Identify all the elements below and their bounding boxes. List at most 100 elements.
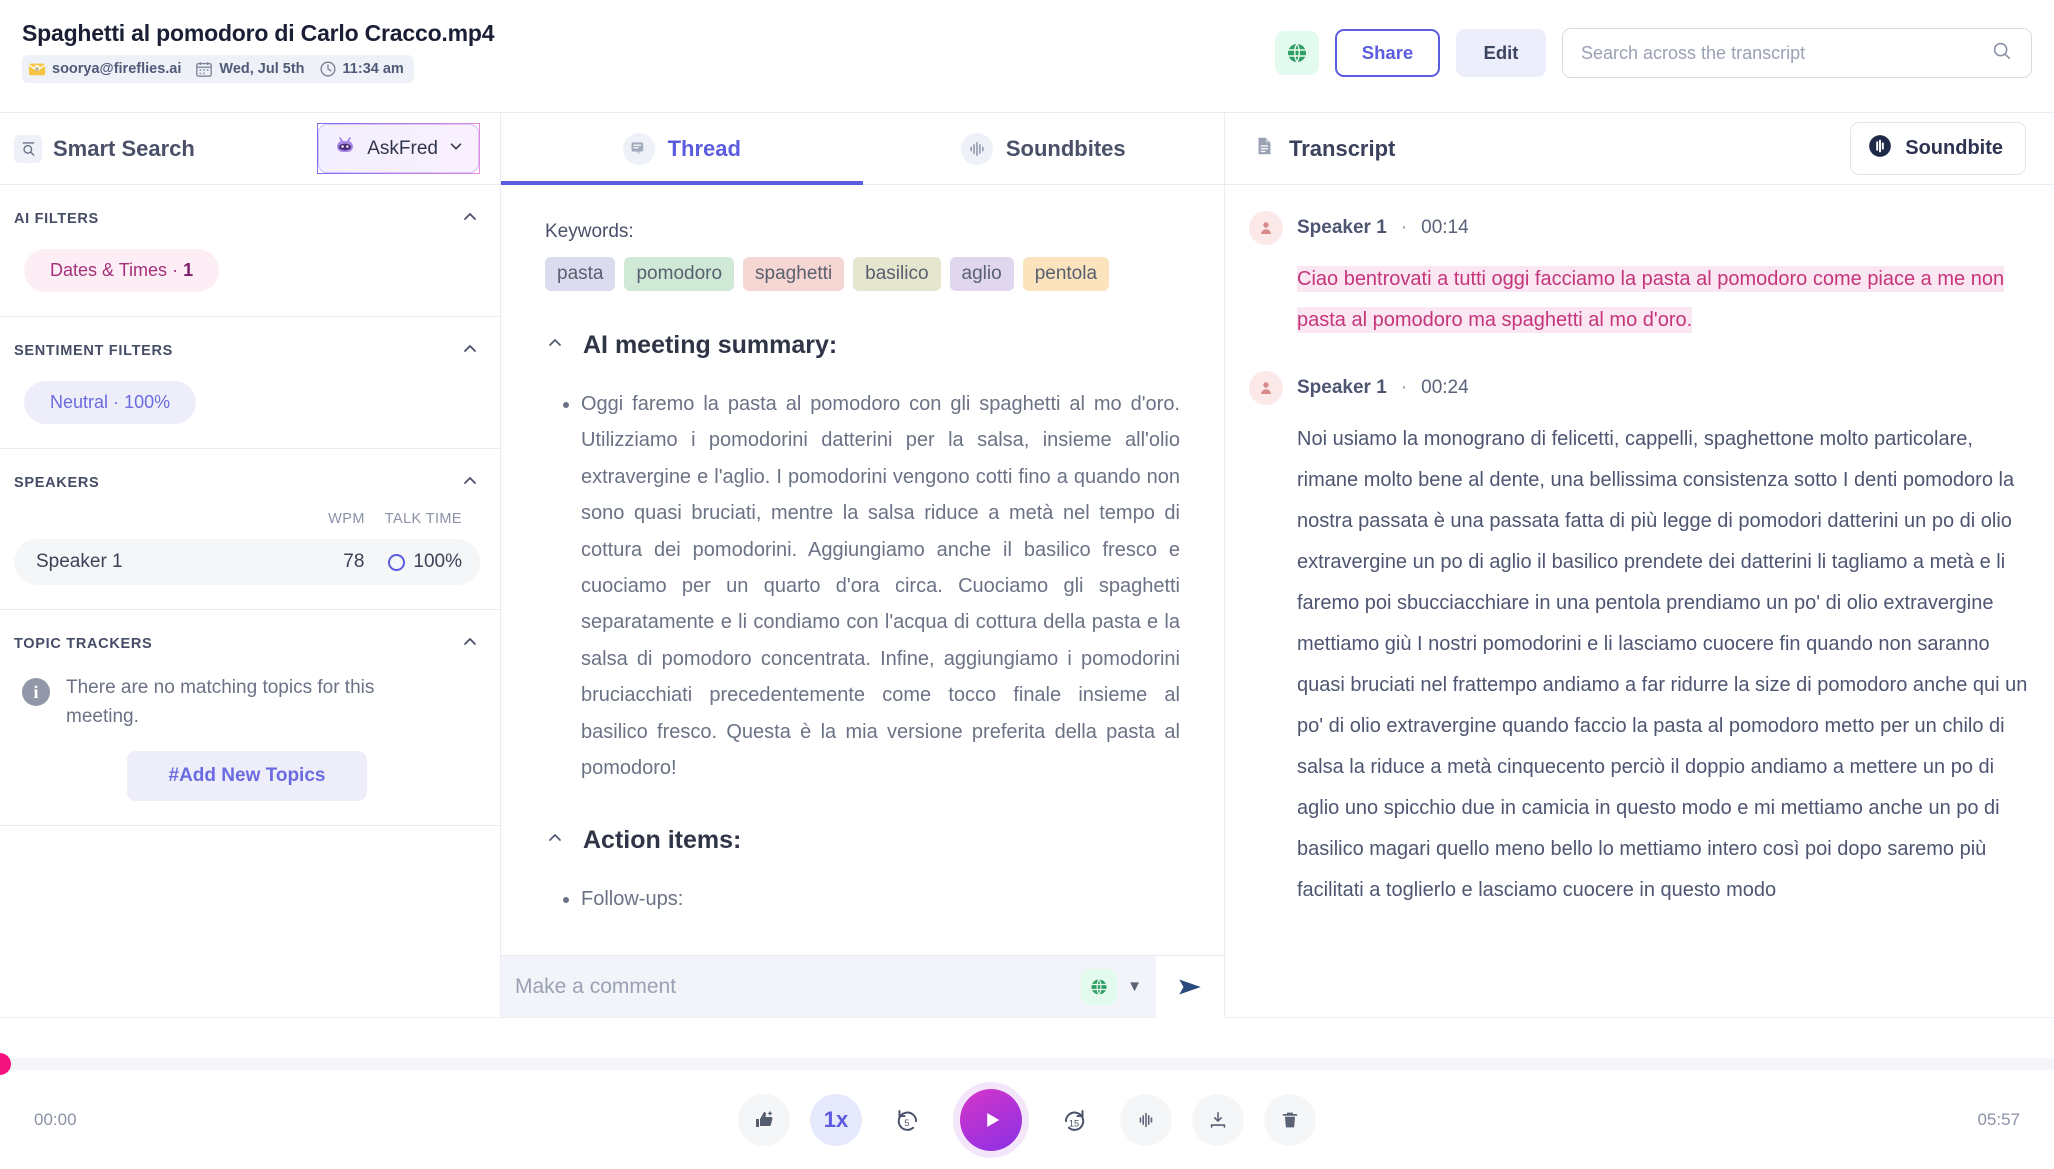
smart-search-icon [14, 135, 42, 163]
forward-15-button[interactable]: 15 [1048, 1094, 1100, 1146]
column-wpm: WPM [328, 511, 365, 527]
keyword-chip[interactable]: aglio [950, 257, 1014, 291]
transcript-search[interactable] [1562, 28, 2032, 78]
download-button[interactable] [1192, 1094, 1244, 1146]
meta-time-text: 11:34 am [343, 61, 404, 77]
sentiment-filters-title: SENTIMENT FILTERS [14, 343, 173, 359]
share-button[interactable]: Share [1335, 29, 1440, 77]
soundbite-create-button[interactable] [1120, 1094, 1172, 1146]
separator: · [1401, 377, 1407, 399]
chip-dates-times[interactable]: Dates & Times · 1 [24, 249, 219, 292]
speaker-name: Speaker 1 [1297, 217, 1387, 239]
caret-down-icon[interactable]: ▼ [1127, 978, 1142, 995]
speaker-wpm: 78 [308, 551, 364, 573]
topic-trackers-empty-text: There are no matching topics for this me… [66, 674, 396, 731]
comment-input[interactable] [515, 975, 1081, 999]
speaker-name: Speaker 1 [1297, 377, 1387, 399]
speaker-name: Speaker 1 [36, 551, 308, 573]
section-speakers: SPEAKERS WPM TALK TIME Speaker 1 78 100% [0, 449, 500, 610]
chevron-up-icon[interactable] [460, 339, 480, 363]
keyword-chip[interactable]: pomodoro [624, 257, 734, 291]
chip-neutral[interactable]: Neutral · 100% [24, 381, 196, 424]
delete-button[interactable] [1264, 1094, 1316, 1146]
sentiment-filters-header: SENTIMENT FILTERS [14, 339, 480, 363]
playback-speed-button[interactable]: 1x [810, 1094, 862, 1146]
askfred-dropdown[interactable]: AskFred [317, 123, 480, 174]
add-new-topics-button[interactable]: #Add New Topics [127, 751, 367, 801]
comment-icon [623, 133, 655, 165]
tab-thread[interactable]: Thread [501, 113, 863, 184]
app-header: Spaghetti al pomodoro di Carlo Cracco.mp… [0, 0, 2054, 113]
header-actions: Share Edit [1275, 28, 2032, 78]
transcript-text[interactable]: Ciao bentrovati a tutti oggi facciamo la… [1297, 259, 2030, 341]
play-button[interactable] [960, 1089, 1022, 1151]
speakers-table-header: WPM TALK TIME [14, 511, 480, 527]
edit-button[interactable]: Edit [1456, 29, 1546, 77]
ai-filters-title: AI FILTERS [14, 211, 99, 227]
clock-icon [319, 60, 337, 78]
list-item: Oggi faremo la pasta al pomodoro con gli… [581, 386, 1180, 786]
column-talk-time: TALK TIME [385, 511, 462, 527]
thread-content: Keywords: pasta pomodoro spaghetti basil… [501, 185, 1224, 1017]
chevron-up-icon[interactable] [545, 828, 565, 854]
timestamp[interactable]: 00:24 [1421, 377, 1469, 399]
smart-search[interactable]: Smart Search [14, 135, 195, 163]
transcript-speaker-row: Speaker 1 · 00:14 [1249, 211, 2030, 245]
language-button[interactable] [1275, 31, 1319, 75]
chevron-up-icon[interactable] [460, 207, 480, 231]
tab-soundbites[interactable]: Soundbites [863, 113, 1225, 184]
meta-bar: @ soorya@fireflies.ai Wed, Jul 5th 11:34… [22, 55, 414, 83]
chevron-up-icon[interactable] [545, 333, 565, 359]
tab-thread-label: Thread [668, 136, 741, 162]
seek-bar[interactable] [0, 1058, 2054, 1070]
document-icon [1253, 135, 1275, 162]
soundbite-icon [1867, 133, 1893, 164]
thread-panel: Thread Soundbites Keywords: pasta pomodo… [501, 113, 1225, 1017]
keyword-chip[interactable]: pentola [1023, 257, 1109, 291]
player-controls: 00:00 1x 5 15 [0, 1070, 2054, 1169]
speakers-title: SPEAKERS [14, 475, 99, 491]
search-input[interactable] [1581, 43, 1991, 64]
smart-search-label: Smart Search [53, 136, 195, 162]
highlighted-text: Ciao bentrovati a tutti oggi facciamo la… [1297, 266, 2004, 333]
avatar [1249, 371, 1283, 405]
chevron-up-icon[interactable] [460, 632, 480, 656]
robot-icon [332, 133, 358, 164]
askfred-label: AskFred [367, 138, 438, 160]
thumbs-up-icon [752, 1108, 776, 1132]
calendar-icon [195, 60, 213, 78]
action-items-title: Action items: [583, 826, 741, 855]
topic-trackers-header: TOPIC TRACKERS [14, 632, 480, 656]
thumbs-up-button[interactable] [738, 1094, 790, 1146]
current-time: 00:00 [34, 1110, 77, 1130]
transcript-block: Speaker 1 · 00:14 Ciao bentrovati a tutt… [1249, 211, 2030, 341]
svg-text:15: 15 [1069, 1118, 1079, 1128]
keyword-chip[interactable]: basilico [853, 257, 940, 291]
action-items-list: Follow-ups: [545, 881, 1180, 917]
sentiment-chips: Neutral · 100% [14, 381, 480, 424]
transcript-block: Speaker 1 · 00:24 Noi usiamo la monogran… [1249, 371, 2030, 911]
transcript-body: Speaker 1 · 00:14 Ciao bentrovati a tutt… [1225, 185, 2054, 1017]
globe-icon [1285, 41, 1309, 65]
keyword-chip[interactable]: pasta [545, 257, 615, 291]
keyword-chip[interactable]: spaghetti [743, 257, 844, 291]
separator: · [1401, 217, 1407, 239]
rewind-5-button[interactable]: 5 [882, 1094, 934, 1146]
send-comment-button[interactable] [1156, 956, 1224, 1018]
list-item: Follow-ups: [581, 881, 1180, 917]
ai-summary-title: AI meeting summary: [583, 331, 837, 360]
soundbite-button[interactable]: Soundbite [1850, 122, 2026, 175]
timestamp[interactable]: 00:14 [1421, 217, 1469, 239]
speaker-talk-time: 100% [388, 551, 462, 573]
chevron-up-icon[interactable] [460, 471, 480, 495]
main-body: Smart Search AskFred AI FILTERS [0, 113, 2054, 1017]
meta-email-text: soorya@fireflies.ai [52, 61, 181, 77]
table-row[interactable]: Speaker 1 78 100% [14, 539, 480, 585]
topic-trackers-empty: i There are no matching topics for this … [14, 674, 480, 731]
transcript-text[interactable]: Noi usiamo la monograno di felicetti, ca… [1297, 419, 2030, 911]
comment-language-button[interactable] [1081, 969, 1117, 1005]
app-root: Spaghetti al pomodoro di Carlo Cracco.mp… [0, 0, 2054, 1169]
ai-summary-header: AI meeting summary: [545, 331, 1180, 360]
chip-separator: · [113, 392, 119, 412]
header-left: Spaghetti al pomodoro di Carlo Cracco.mp… [22, 14, 494, 83]
